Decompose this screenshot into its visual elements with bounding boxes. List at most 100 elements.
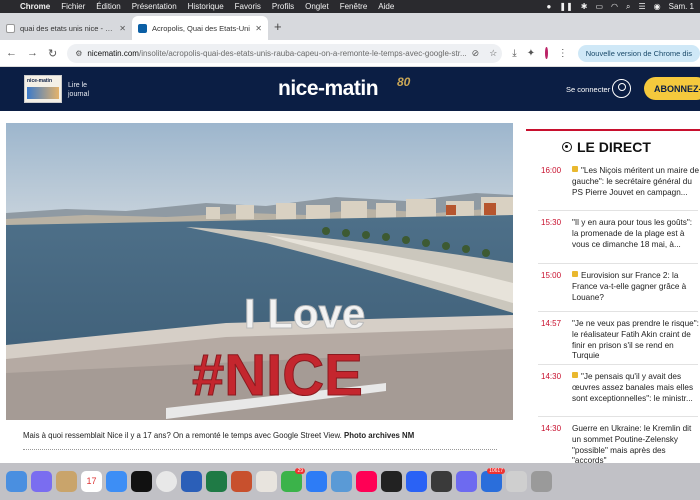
wifi-icon[interactable]: ◠ (611, 2, 618, 11)
notes-icon[interactable] (56, 471, 77, 492)
macos-menubar: Chrome Fichier Édition Présentation Hist… (0, 0, 700, 13)
calendar-icon[interactable]: 17 (81, 471, 102, 492)
menu-historique[interactable]: Historique (188, 2, 224, 11)
record-icon[interactable]: ● (547, 2, 552, 11)
close-tab-icon[interactable]: ✕ (255, 24, 262, 33)
menu-profils[interactable]: Profils (272, 2, 294, 11)
search-icon[interactable]: ⌕ (626, 2, 630, 12)
tab-article[interactable]: Acropolis, Quai des Etats-Uni ✕ (132, 16, 268, 40)
journal-thumbnail[interactable]: nice-matin (24, 75, 62, 103)
live-item-divider (538, 210, 698, 211)
mail-icon[interactable]: 10617 (481, 468, 505, 492)
tab-bar: quai des etats unis nice - Rec ✕ Acropol… (0, 13, 700, 40)
address-bar[interactable]: ⚙ nicematin.com/insolite/acropolis-quai-… (67, 43, 503, 63)
menu-favoris[interactable]: Favoris (235, 2, 261, 11)
live-item-divider (538, 311, 698, 312)
premium-lock-icon (572, 372, 578, 378)
trash-icon[interactable] (531, 471, 552, 492)
live-item-divider (538, 364, 698, 365)
pause-icon[interactable]: ❚❚ (559, 2, 572, 11)
battery-icon[interactable]: ▭ (595, 2, 603, 11)
forward-icon[interactable]: → (27, 47, 38, 59)
excel-icon[interactable] (206, 471, 227, 492)
live-item-text: "Il y en aura pour tous les goûts": la p… (572, 218, 693, 249)
launchpad-icon[interactable] (31, 471, 52, 492)
live-item-headline[interactable]: "Il y en aura pour tous les goûts": la p… (572, 218, 700, 250)
menu-fichier[interactable]: Fichier (61, 2, 85, 11)
live-item-headline[interactable]: "Je pensais qu'il y avait des œuvres ass… (572, 372, 700, 404)
article-photo[interactable]: I Love #NICE (6, 123, 513, 420)
user-icon[interactable] (612, 79, 631, 98)
weather-icon[interactable] (331, 471, 352, 492)
control-center-icon[interactable]: ☰ (639, 2, 646, 11)
live-feed-title[interactable]: LE DIRECT (526, 139, 700, 155)
word-icon[interactable] (181, 471, 202, 492)
premium-lock-icon (572, 271, 578, 277)
download-icon[interactable]: ⤓ (512, 48, 516, 59)
messages-icon[interactable]: 29 (281, 468, 305, 492)
sign-love: I Love (244, 290, 365, 337)
menu-fenetre[interactable]: Fenêtre (340, 2, 368, 11)
live-item-text: "Les Niçois méritent un maire de gauche"… (572, 166, 700, 197)
google-icon (6, 23, 15, 33)
live-item-headline[interactable]: Guerre en Ukraine: le Kremlin dit un som… (572, 424, 700, 467)
photos-icon[interactable] (256, 471, 277, 492)
vpn-icon[interactable] (406, 471, 427, 492)
macos-dock: 17 29 10617 (0, 463, 700, 500)
site-info-icon[interactable]: ⚙ (75, 49, 82, 58)
live-item-time: 14:57 (541, 319, 562, 328)
tab-title: quai des etats unis nice - Rec (20, 23, 116, 33)
terminal-icon[interactable] (381, 471, 402, 492)
extensions-icon[interactable]: ✦ (527, 48, 535, 59)
music-icon[interactable] (356, 471, 377, 492)
nicematin-favicon (138, 23, 147, 33)
menu-onglet[interactable]: Onglet (305, 2, 329, 11)
apple-tv-icon[interactable] (131, 471, 152, 492)
star-icon[interactable]: ☆ (489, 48, 497, 59)
menu-app[interactable]: Chrome (20, 2, 50, 11)
app-store-icon[interactable] (306, 471, 327, 492)
chrome-update-button[interactable]: Nouvelle version de Chrome dis (577, 44, 700, 62)
app-icon[interactable] (431, 471, 452, 492)
reload-icon[interactable]: ↻ (48, 47, 57, 60)
caption-text: Mais à quoi ressemblait Nice il y a 17 a… (23, 431, 344, 440)
menu-edition[interactable]: Édition (96, 2, 120, 11)
canva-icon[interactable] (456, 471, 477, 492)
live-item-text: Guerre en Ukraine: le Kremlin dit un som… (572, 424, 692, 466)
site-logo[interactable]: nice-matin (278, 77, 379, 101)
live-item-headline[interactable]: Eurovision sur France 2: la France va-t-… (572, 271, 700, 303)
live-item-text: "Je ne veux pas prendre le risque": le r… (572, 319, 699, 361)
photo-illustration: I Love #NICE (6, 123, 513, 420)
finder-icon[interactable] (6, 471, 27, 492)
login-link[interactable]: Se connecter (566, 85, 610, 94)
url-text[interactable]: nicematin.com/insolite/acropolis-quai-de… (87, 49, 466, 58)
live-feed-panel: LE DIRECT (526, 129, 700, 155)
clock[interactable]: Sam. 1 (669, 2, 694, 11)
live-item-headline[interactable]: "Je ne veux pas prendre le risque": le r… (572, 319, 700, 362)
bluetooth-icon[interactable]: ✱ (581, 2, 588, 11)
site-header: nice-matin Lire le journal nice-matin 80… (0, 67, 700, 111)
live-item-divider (538, 263, 698, 264)
safari-icon[interactable] (106, 471, 127, 492)
downloads-icon[interactable] (506, 471, 527, 492)
close-tab-icon[interactable]: ✕ (119, 24, 126, 33)
mail-badge: 10617 (487, 468, 505, 474)
menu-presentation[interactable]: Présentation (132, 2, 177, 11)
eye-off-icon[interactable]: ⊘ (472, 48, 480, 59)
siri-icon[interactable]: ◉ (654, 2, 661, 11)
live-item-text: Eurovision sur France 2: la France va-t-… (572, 271, 687, 302)
menu-aide[interactable]: Aide (378, 2, 394, 11)
new-tab-icon[interactable]: + (274, 19, 282, 34)
tab-search[interactable]: quai des etats unis nice - Rec ✕ (0, 16, 132, 40)
live-item-headline[interactable]: "Les Niçois méritent un maire de gauche"… (572, 166, 700, 198)
read-journal-link[interactable]: Lire le journal (68, 81, 98, 99)
chrome-icon[interactable] (156, 471, 177, 492)
back-icon[interactable]: ← (6, 47, 17, 59)
subscribe-button[interactable]: ABONNEZ- (644, 77, 700, 100)
journal-logo-text: nice-matin (27, 78, 53, 84)
profile-avatar[interactable] (545, 47, 548, 59)
menu-dots-icon[interactable]: ⋮ (558, 48, 568, 59)
live-icon (562, 142, 572, 152)
powerpoint-icon[interactable] (231, 471, 252, 492)
url-path: /insolite/acropolis-quai-des-etats-unis-… (138, 48, 467, 58)
